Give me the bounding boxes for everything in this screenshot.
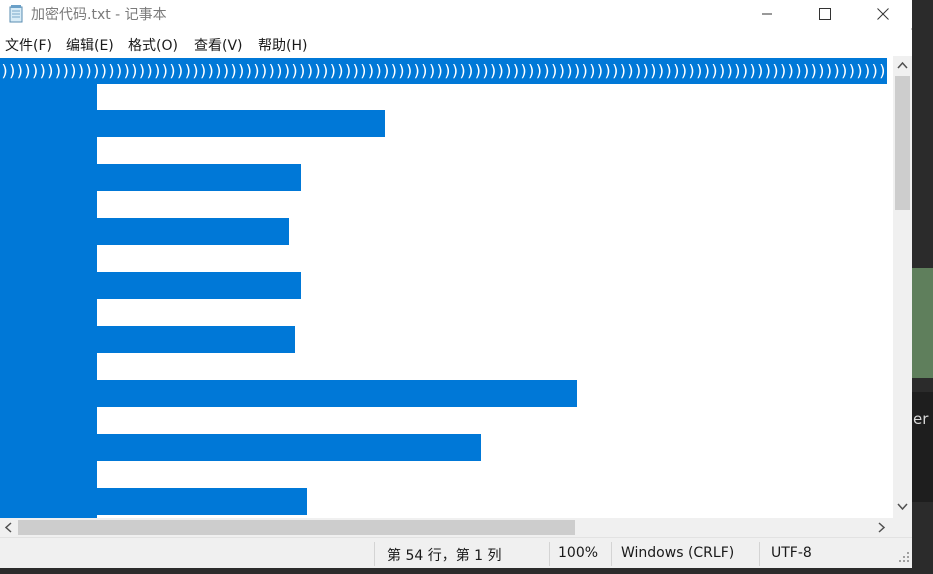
selection-highlight [97,110,385,137]
minimize-button[interactable] [738,0,796,28]
text-editor[interactable]: ))))))))))))))))))))))))))))))))))))))))… [0,56,893,518]
status-divider [549,542,550,566]
status-cursor-position: 第 54 行，第 1 列 [387,548,502,564]
maximize-button[interactable] [796,0,854,28]
selection-highlight [97,380,577,407]
selection-highlight [0,84,97,518]
menu-format[interactable]: 格式(O) [128,35,178,55]
selection-highlight [97,326,295,353]
notepad-icon [8,5,24,23]
selection-highlight [97,272,301,299]
status-zoom: 100% [558,545,599,561]
close-button[interactable] [854,0,912,28]
horizontal-scroll-thumb[interactable] [18,520,575,535]
scroll-up-icon[interactable] [897,60,908,71]
status-divider [374,542,375,566]
status-encoding: UTF-8 [771,545,812,561]
selected-text-line: ))))))))))))))))))))))))))))))))))))))))… [0,58,887,84]
maximize-icon [819,8,831,20]
menu-edit[interactable]: 编辑(E) [66,35,114,55]
vertical-scroll-thumb[interactable] [895,76,910,210]
background-window-fragment [912,268,933,378]
menu-file[interactable]: 文件(F) [5,35,52,55]
scroll-left-icon[interactable] [4,522,12,535]
selection-highlight [97,434,481,461]
selection-highlight [97,164,301,191]
menu-help[interactable]: 帮助(H) [258,35,307,55]
window-title: 加密代码.txt - 记事本 [31,7,167,23]
notepad-window: 加密代码.txt - 记事本 文件(F) 编辑(E) 格式(O) 查看(V) 帮… [0,0,912,568]
selected-text: ))))))))))))))))))))))))))))))))))))))))… [0,61,887,80]
title-bar[interactable]: 加密代码.txt - 记事本 [0,0,912,28]
scroll-down-icon[interactable] [897,502,908,513]
vertical-scrollbar[interactable] [893,56,912,518]
scroll-right-icon[interactable] [878,522,886,535]
status-divider [759,542,760,566]
menu-view[interactable]: 查看(V) [194,35,243,55]
selection-highlight [97,488,307,515]
resize-grip-icon[interactable] [897,550,911,564]
status-bar: 第 54 行，第 1 列 100% Windows (CRLF) UTF-8 [0,537,912,568]
minimize-icon [762,13,772,15]
scrollbar-corner [893,518,912,537]
status-divider [611,542,612,566]
menu-bar: 文件(F) 编辑(E) 格式(O) 查看(V) 帮助(H) [0,30,912,56]
horizontal-scrollbar[interactable] [0,518,893,537]
close-icon [877,8,889,20]
background-window-fragment-dark [912,392,933,502]
selection-highlight [97,218,289,245]
background-text-fragment: er [913,410,929,428]
status-line-ending: Windows (CRLF) [621,545,735,561]
